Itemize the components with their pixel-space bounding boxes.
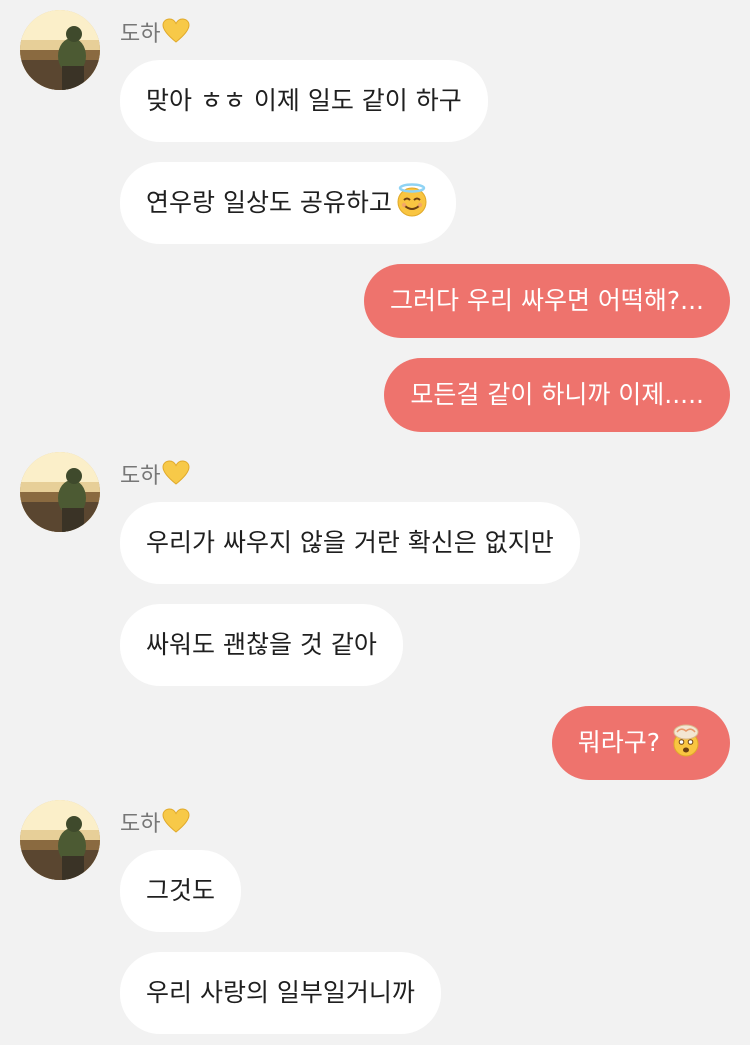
- sender-name-text: 도하: [120, 464, 161, 489]
- yellow-heart-icon: [162, 18, 190, 52]
- sender-name: 도하: [120, 808, 190, 837]
- sender-name-text: 도하: [120, 812, 161, 837]
- message-bubble-outgoing[interactable]: 모든걸 같이 하니까 이제.....: [384, 358, 730, 432]
- sender-avatar[interactable]: [20, 800, 100, 880]
- smiling-face-with-halo-icon: [394, 182, 430, 225]
- sender-name-text: 도하: [120, 22, 161, 47]
- yellow-heart-icon: [162, 808, 190, 842]
- message-text: 모든걸 같이 하니까 이제.....: [410, 380, 704, 409]
- profile-photo-icon: [20, 452, 100, 532]
- message-bubble-outgoing[interactable]: 그러다 우리 싸우면 어떡해?...: [364, 264, 730, 338]
- profile-photo-icon: [20, 10, 100, 90]
- message-text: 연우랑 일상도 공유하고: [146, 188, 392, 217]
- sender-avatar[interactable]: [20, 452, 100, 532]
- profile-photo-icon: [20, 800, 100, 880]
- message-text: 맞아 ㅎㅎ 이제 일도 같이 하구: [146, 86, 462, 115]
- message-bubble-incoming[interactable]: 싸워도 괜찮을 것 같아: [120, 604, 403, 686]
- message-text: 우리가 싸우지 않을 거란 확신은 없지만: [146, 528, 554, 557]
- sender-avatar[interactable]: [20, 10, 100, 90]
- sender-name: 도하: [120, 460, 190, 489]
- message-bubble-outgoing[interactable]: 뭐라구?: [551, 706, 730, 780]
- message-text: 그러다 우리 싸우면 어떡해?...: [390, 286, 704, 315]
- message-bubble-incoming[interactable]: 연우랑 일상도 공유하고: [120, 162, 456, 244]
- message-text: 우리 사랑의 일부일거니까: [146, 978, 415, 1007]
- message-bubble-incoming[interactable]: 그것도: [120, 850, 242, 932]
- message-text: 뭐라구?: [577, 728, 660, 757]
- message-bubble-incoming[interactable]: 우리 사랑의 일부일거니까: [120, 952, 441, 1034]
- yellow-heart-icon: [162, 460, 190, 494]
- sender-name: 도하: [120, 18, 190, 47]
- message-bubble-incoming[interactable]: 우리가 싸우지 않을 거란 확신은 없지만: [120, 502, 580, 584]
- exploding-head-icon: [668, 722, 704, 765]
- message-text: 그것도: [146, 876, 216, 905]
- message-bubble-incoming[interactable]: 맞아 ㅎㅎ 이제 일도 같이 하구: [120, 60, 488, 142]
- message-text: 싸워도 괜찮을 것 같아: [146, 630, 377, 659]
